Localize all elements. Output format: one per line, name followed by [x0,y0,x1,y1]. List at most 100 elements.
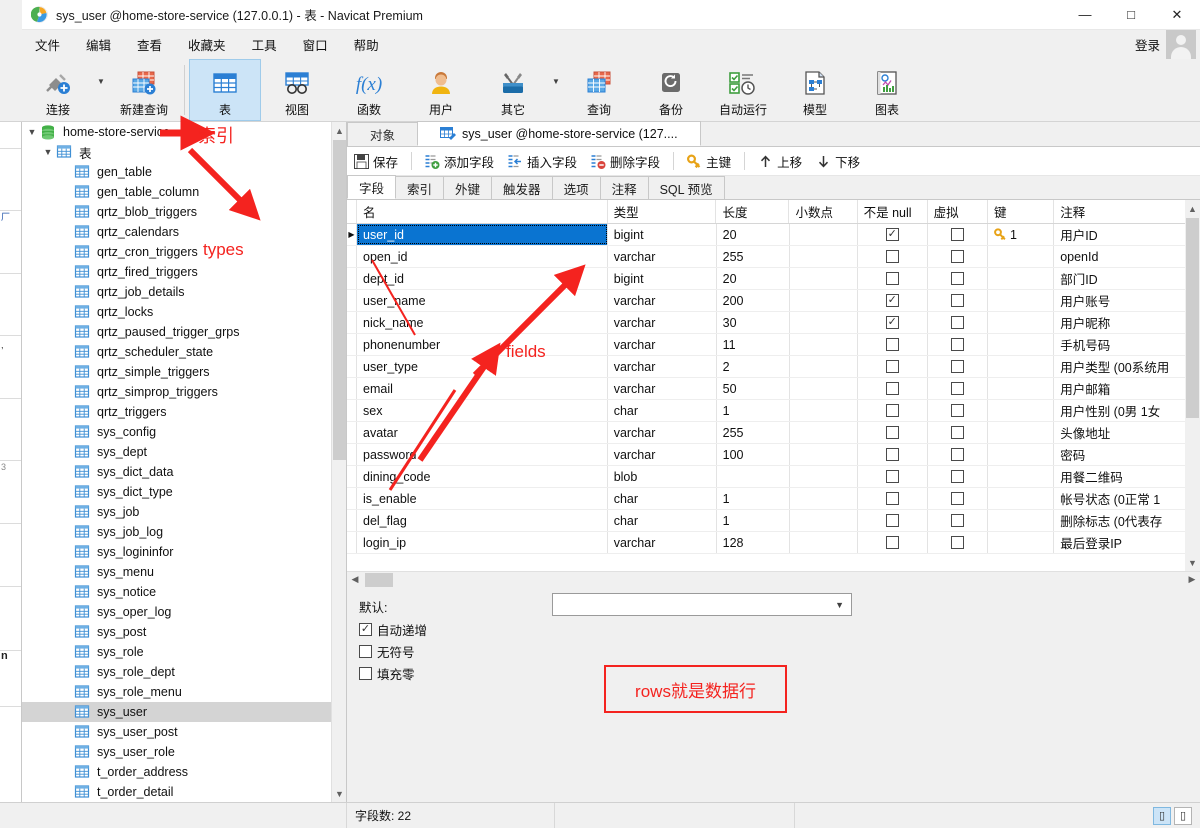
cell-field-decimals[interactable] [790,422,858,443]
sub-tab-SQL 预览[interactable]: SQL 预览 [647,176,725,199]
cell-field-name[interactable]: open_id [357,246,608,267]
ribbon-others-button[interactable]: 其它 [477,59,549,121]
tree-node-table[interactable]: sys_role_dept [22,662,332,682]
table-row[interactable]: nick_name varchar 30 ✓ 用户昵称 [347,312,1200,334]
unsigned-checkbox-row[interactable]: 无符号 [359,642,415,661]
tree-node-table[interactable]: sys_job_log [22,522,332,542]
tree-node-table[interactable]: qrtz_simple_triggers [22,362,332,382]
table-row[interactable]: sex char 1 用户性别 (0男 1女 [347,400,1200,422]
tree-node-table[interactable]: sys_dict_data [22,462,332,482]
ribbon-table-button[interactable]: 表 [189,59,261,121]
minimize-button[interactable]: — [1062,0,1108,30]
cell-comment[interactable]: 用户ID [1054,224,1200,245]
grid-col-header[interactable]: 键 [988,200,1055,223]
cell-field-name[interactable]: is_enable [357,488,608,509]
cell-not-null[interactable] [858,400,928,421]
cell-virtual[interactable] [928,290,988,311]
chevron-down-icon[interactable]: ▼ [40,147,56,157]
others-dropdown-caret-icon[interactable]: ▼ [549,59,563,121]
cell-virtual[interactable] [928,488,988,509]
tree-node-table[interactable]: qrtz_simprop_triggers [22,382,332,402]
table-row[interactable]: is_enable char 1 帐号状态 (0正常 1 [347,488,1200,510]
cell-field-name[interactable]: del_flag [357,510,608,531]
menu-item-edit[interactable]: 编辑 [73,31,124,58]
cell-field-length[interactable]: 2 [717,356,790,377]
tree-node-table[interactable]: sys_oper_log [22,602,332,622]
row-gutter[interactable]: ▶ [347,224,357,245]
close-button[interactable]: ✕ [1154,0,1200,30]
virtual-checkbox[interactable] [950,492,964,505]
cell-virtual[interactable] [928,334,988,355]
cell-not-null[interactable] [858,422,928,443]
tree-node-table[interactable]: qrtz_locks [22,302,332,322]
cell-field-decimals[interactable] [790,378,858,399]
cell-field-length[interactable]: 100 [717,444,790,465]
grid-scroll-down-icon[interactable]: ▼ [1185,554,1200,571]
cell-comment[interactable]: 删除标志 (0代表存 [1054,510,1200,531]
auto-increment-checkbox-row[interactable]: ✓ 自动递增 [359,620,427,639]
cell-field-length[interactable]: 50 [717,378,790,399]
hscroll-thumb[interactable] [365,572,393,587]
cell-comment[interactable]: 密码 [1054,444,1200,465]
cell-virtual[interactable] [928,312,988,333]
not-null-checkbox[interactable] [885,514,899,527]
ribbon-model-button[interactable]: 模型 [779,59,851,121]
tree-node-table[interactable]: t_order_address [22,762,332,782]
row-gutter[interactable] [347,532,357,553]
cell-field-decimals[interactable] [790,444,858,465]
cell-field-length[interactable]: 128 [717,532,790,553]
save-button[interactable]: 保存 [347,150,405,173]
cell-field-length[interactable]: 1 [717,488,790,509]
not-null-checkbox[interactable] [885,536,899,549]
tree-node-table[interactable]: sys_post [22,622,332,642]
tree-node-table[interactable]: t_order_detail [22,782,332,802]
cell-field-type[interactable]: char [608,510,717,531]
ribbon-user-button[interactable]: 用户 [405,59,477,121]
cell-comment[interactable]: 用户邮箱 [1054,378,1200,399]
cell-comment[interactable]: 头像地址 [1054,422,1200,443]
cell-field-type[interactable]: blob [608,466,717,487]
virtual-checkbox[interactable] [950,360,964,373]
virtual-checkbox[interactable] [950,316,964,329]
grid-scroll-up-icon[interactable]: ▲ [1185,200,1200,217]
grid-col-header[interactable]: 名 [357,200,608,223]
cell-comment[interactable]: 部门ID [1054,268,1200,289]
row-gutter[interactable] [347,246,357,267]
sub-tab-字段[interactable]: 字段 [347,175,397,199]
cell-not-null[interactable] [858,334,928,355]
menu-item-help[interactable]: 帮助 [341,31,392,58]
cell-field-name[interactable]: nick_name [357,312,608,333]
cell-field-type[interactable]: varchar [608,290,717,311]
cell-virtual[interactable] [928,246,988,267]
tree-node-table[interactable]: qrtz_triggers [22,402,332,422]
row-gutter[interactable] [347,290,357,311]
cell-virtual[interactable] [928,268,988,289]
login-link[interactable]: 登录 [1135,35,1160,54]
row-gutter[interactable] [347,444,357,465]
cell-virtual[interactable] [928,510,988,531]
table-row[interactable]: del_flag char 1 删除标志 (0代表存 [347,510,1200,532]
zerofill-checkbox-row[interactable]: 填充零 [359,664,415,683]
tree-node-table[interactable]: qrtz_blob_triggers [22,202,332,222]
tree-node-table[interactable]: sys_dict_type [22,482,332,502]
sub-tab-触发器[interactable]: 触发器 [491,176,553,199]
not-null-checkbox[interactable]: ✓ [885,294,899,307]
hscroll-left-icon[interactable]: ◀ [347,574,363,585]
grid-col-header[interactable]: 类型 [608,200,717,223]
cell-key[interactable] [988,488,1055,509]
cell-not-null[interactable] [858,246,928,267]
move-down-button[interactable]: 下移 [809,150,867,173]
cell-comment[interactable]: openId [1054,246,1200,267]
tree-node-table[interactable]: sys_role_menu [22,682,332,702]
cell-field-length[interactable]: 1 [717,510,790,531]
cell-field-decimals[interactable] [790,510,858,531]
grid-col-header[interactable]: 长度 [716,200,790,223]
tree-node-table[interactable]: gen_table_column [22,182,332,202]
cell-comment[interactable]: 帐号状态 (0正常 1 [1054,488,1200,509]
cell-field-length[interactable]: 20 [717,268,790,289]
cell-key[interactable] [988,466,1055,487]
cell-key[interactable] [988,356,1055,377]
sidebar-scroll-thumb[interactable] [333,140,346,460]
virtual-checkbox[interactable] [950,382,964,395]
menu-item-view[interactable]: 查看 [124,31,175,58]
